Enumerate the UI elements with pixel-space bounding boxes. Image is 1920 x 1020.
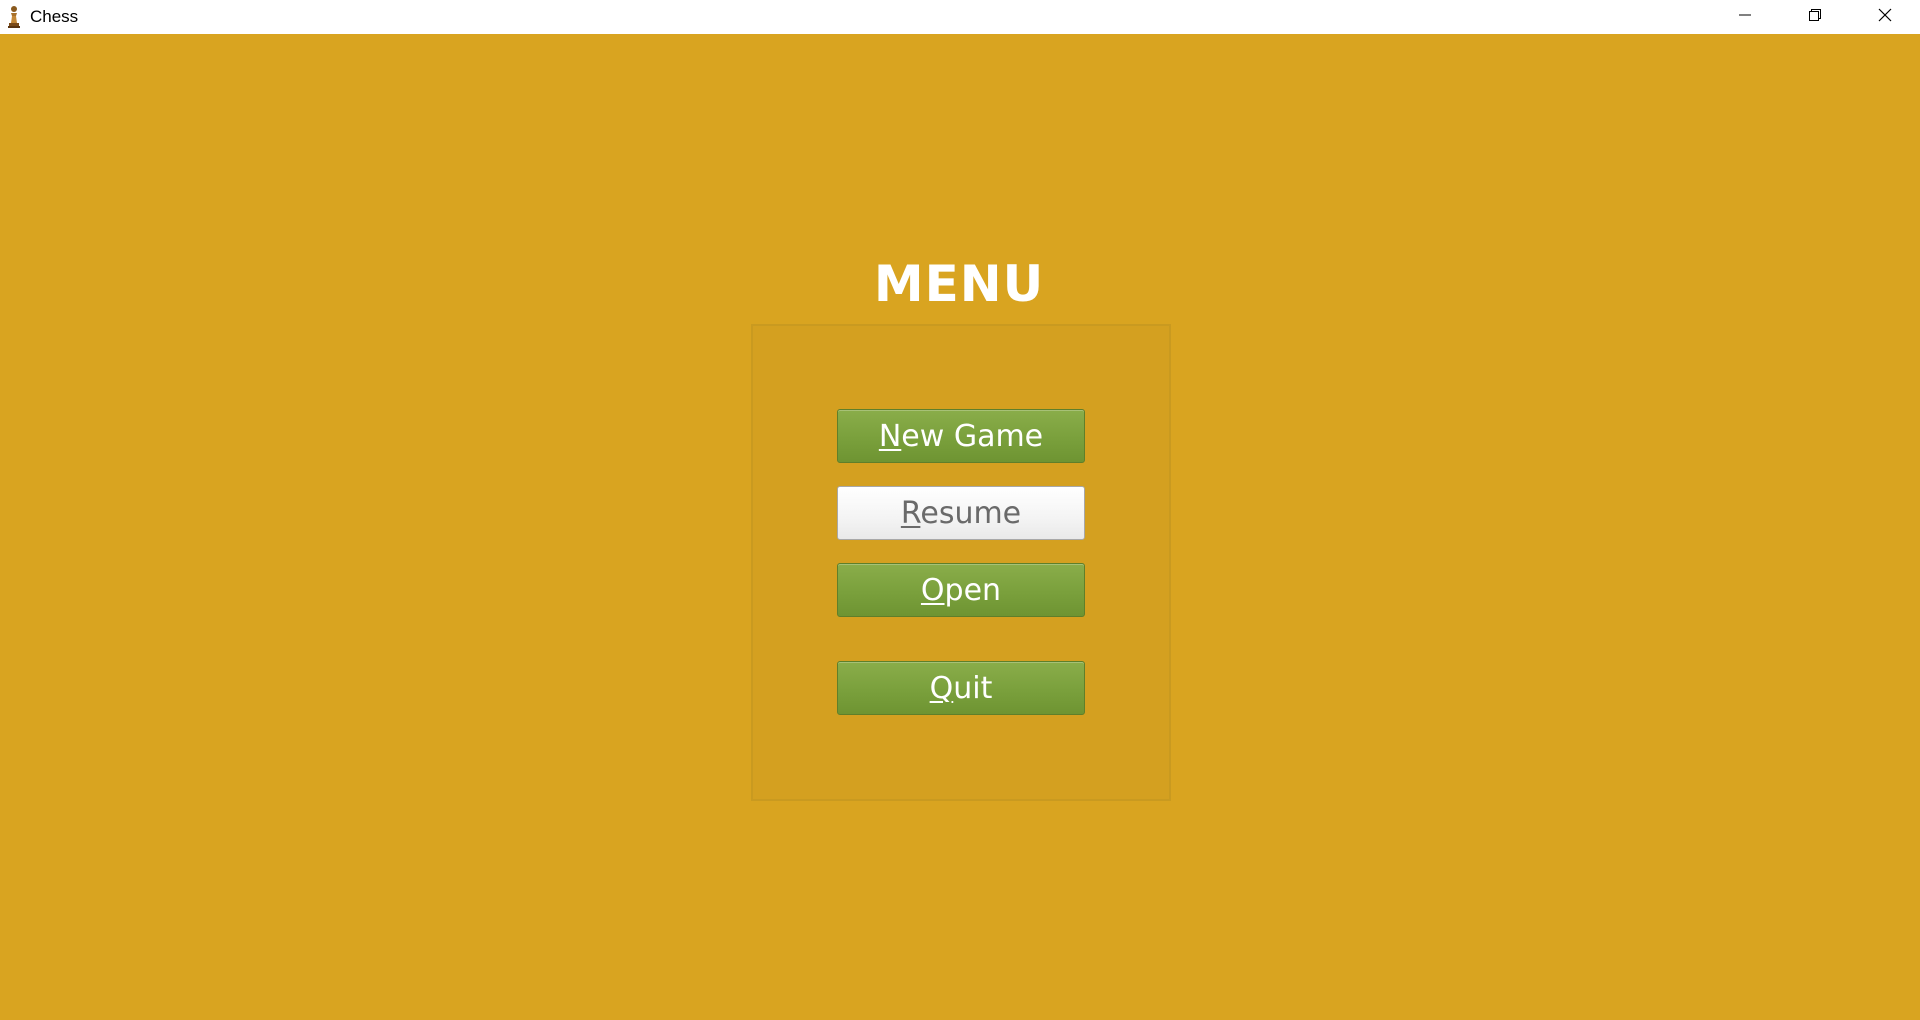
close-button[interactable] bbox=[1850, 0, 1920, 34]
new-game-button[interactable]: New Game bbox=[837, 409, 1085, 463]
close-icon bbox=[1877, 7, 1893, 28]
restore-icon bbox=[1807, 7, 1823, 28]
resume-label: Resume bbox=[900, 495, 1022, 531]
new-game-label: New Game bbox=[878, 418, 1044, 454]
main-content: MENU New Game Resume Open Quit bbox=[0, 34, 1920, 1020]
title-bar[interactable]: Chess bbox=[0, 0, 1920, 34]
chess-window: Chess MENU New Game Resume Open Quit bbox=[0, 0, 1920, 1020]
resume-button[interactable]: Resume bbox=[837, 486, 1085, 540]
minimize-button[interactable] bbox=[1710, 0, 1780, 34]
restore-button[interactable] bbox=[1780, 0, 1850, 34]
chess-pawn-icon bbox=[6, 5, 22, 29]
open-label: Open bbox=[920, 572, 1002, 608]
minimize-icon bbox=[1737, 7, 1753, 28]
quit-label: Quit bbox=[929, 670, 993, 706]
menu-title: MENU bbox=[873, 255, 1045, 313]
quit-button[interactable]: Quit bbox=[837, 661, 1085, 715]
window-controls bbox=[1710, 0, 1920, 34]
window-title: Chess bbox=[30, 7, 79, 26]
open-button[interactable]: Open bbox=[837, 563, 1085, 617]
